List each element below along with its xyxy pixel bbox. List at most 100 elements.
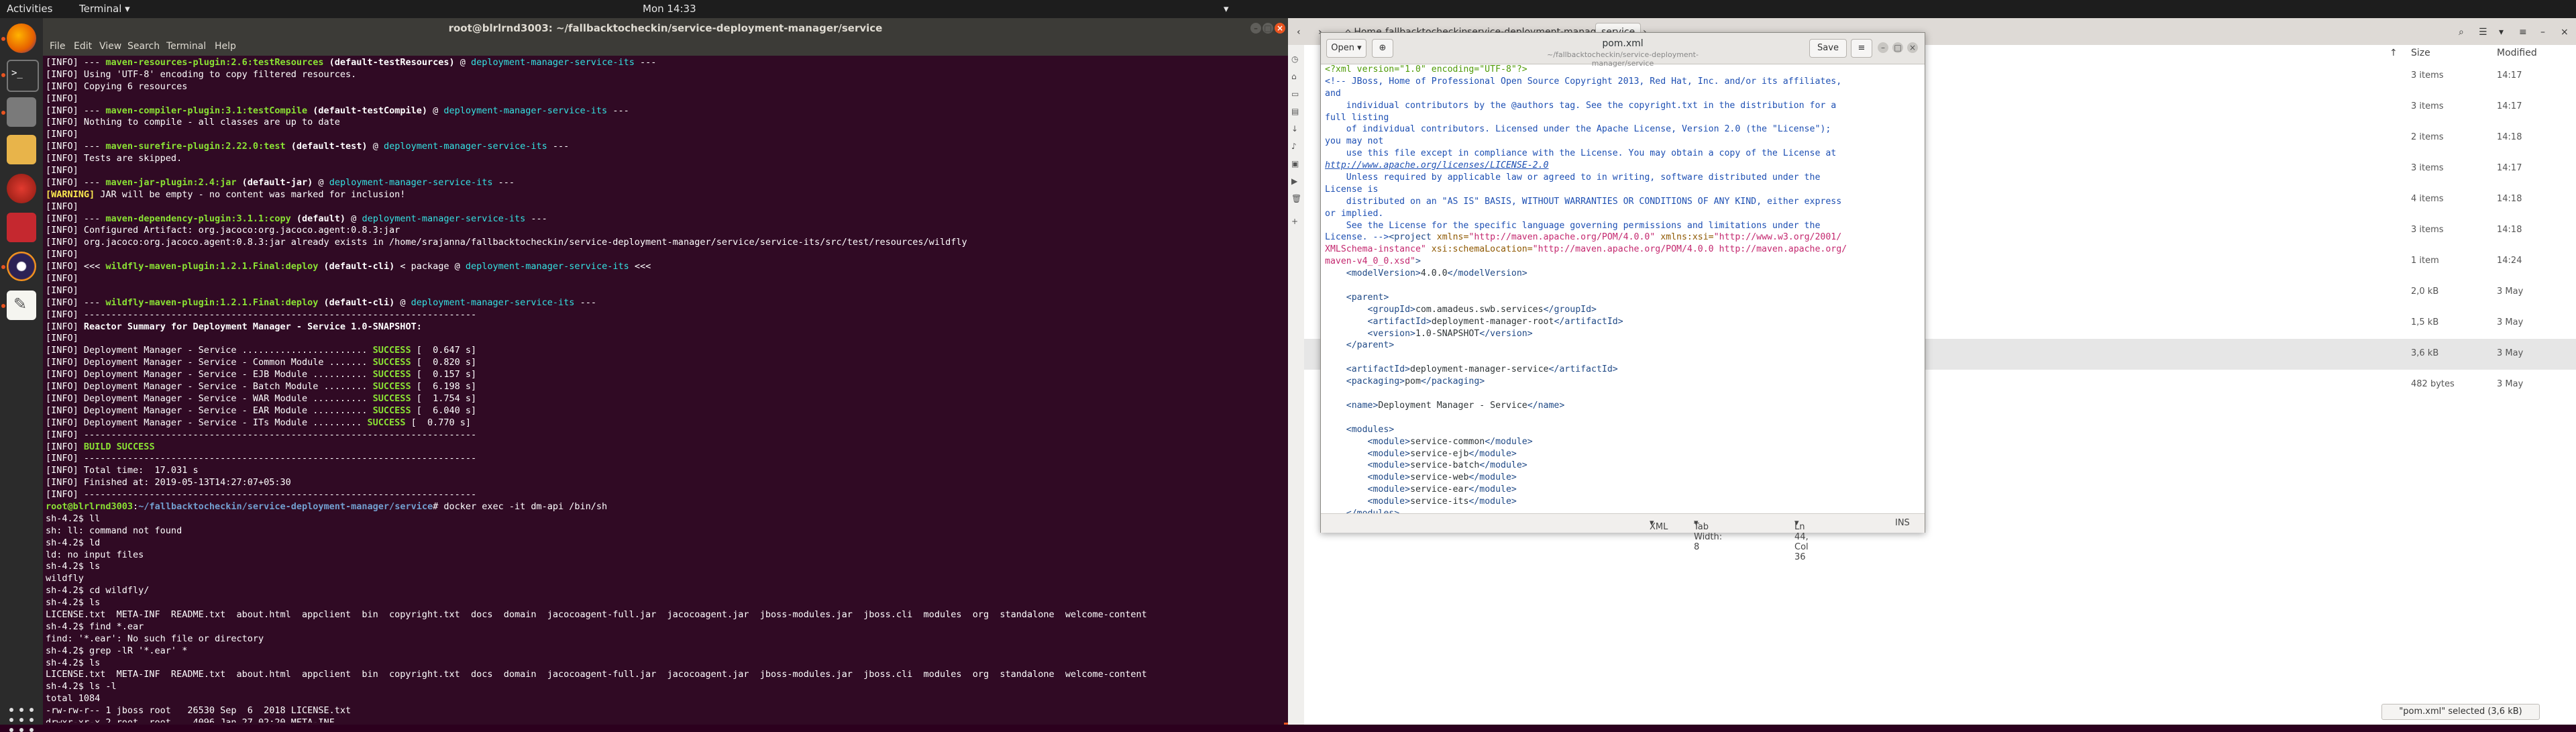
terminal-line: LICENSE.txt META-INF README.txt about.ht… [46,669,1280,681]
terminal-text: <<< [629,261,651,272]
editor-line: <version>1.0-SNAPSHOT</version> [1321,328,1925,340]
editor-line: </modules> [1321,508,1925,513]
editor-token: http://www.apache.org/licenses/LICENSE-2… [1325,160,1549,171]
close-button[interactable]: × [1907,42,1918,53]
menu-view[interactable]: View [99,41,121,52]
firefox-icon[interactable] [7,23,36,53]
editor-token: full listing [1325,112,1389,123]
terminal-line: LICENSE.txt META-INF README.txt about.ht… [46,609,1280,621]
app-menu[interactable]: Terminal ▾ [79,3,130,15]
videos-icon[interactable]: ▶ [1291,176,1301,186]
editor-token: <module> [1367,484,1411,495]
editor-token: 4.0.0 [1420,268,1448,279]
open-button[interactable]: Open ▾ [1326,39,1366,58]
terminal-text: [INFO] Total time: 17.031 s [46,465,199,476]
terminal-line: wildfly [46,573,1280,585]
new-tab-icon[interactable]: ⊕ [1372,39,1393,58]
editor-token: xmlns:xsi= [1655,232,1714,243]
terminal-text: [INFO] Nothing to compile - all classes … [46,117,340,128]
download-icon[interactable]: ↓ [1291,124,1301,134]
editor-token: <artifactId> [1346,364,1411,375]
terminal-icon[interactable]: >_ [7,60,39,92]
editor-token: </modules> [1346,509,1399,513]
text-editor-icon[interactable]: ✎ [7,291,36,320]
editor-line: maven-v4_0_0.xsd"> [1321,256,1925,268]
terminal-text: [INFO] Deployment Manager - Service - EA… [46,405,373,416]
terminal-text: find: '*.ear': No such file or directory [46,633,264,644]
folder-icon[interactable]: ▭ [1291,89,1301,99]
minimize-button[interactable]: – [2534,23,2551,42]
menu-search[interactable]: Search [127,41,160,52]
column-modified[interactable]: Modified [2497,45,2537,61]
terminal-line: [INFO] Reactor Summary for Deployment Ma… [46,321,1280,333]
minimize-button[interactable]: – [1250,23,1261,34]
terminal-line: [INFO] [46,165,1280,177]
terminal-line: [INFO] ---------------------------------… [46,309,1280,321]
terminal-text: ~/fallbacktocheckin/service-deployment-m… [138,501,433,512]
column-size[interactable]: Size [2411,45,2430,61]
editor-headerbar: Open ▾ ⊕ pom.xml ~/fallbacktocheckin/ser… [1321,33,1925,68]
show-applications-icon[interactable] [9,708,34,732]
editor-line: full listing [1321,112,1925,124]
close-button[interactable]: × [2555,23,2575,42]
terminal-text: [ 0.770 s] [405,417,471,428]
terminal-line: [INFO] --- maven-surefire-plugin:2.22.0:… [46,141,1280,153]
pictures-icon[interactable]: ▣ [1291,159,1301,168]
sort-icon[interactable]: ↑ [2390,45,2398,61]
view-list-icon[interactable]: ☰ [2473,23,2493,42]
editor-line: individual contributors by the @authors … [1321,100,1925,112]
menu-edit[interactable]: Edit [74,41,92,52]
editor-line: See the License for the specific languag… [1321,220,1925,232]
ubuntu-software-icon[interactable] [7,135,36,164]
editor-text-area[interactable]: <?xml version="1.0" encoding="UTF-8"?> <!… [1321,64,1925,513]
editor-token [1325,437,1368,447]
other-locations-icon[interactable]: + [1291,217,1301,226]
home-icon[interactable]: ⌂ [1291,72,1301,81]
maximize-button[interactable]: □ [1263,23,1273,34]
terminal-line: sh-4.2$ ls [46,658,1280,670]
editor-token: </name> [1527,400,1565,411]
search-icon[interactable]: ⌕ [2453,23,2470,42]
cursor-position-label: Ln 44, Col 36 [1794,522,1809,562]
maximize-button[interactable]: □ [1892,42,1903,53]
music-icon[interactable]: ♪ [1291,142,1301,151]
menu-terminal[interactable]: Terminal [166,41,206,52]
view-options-icon[interactable]: ▾ [2493,23,2510,42]
system-menu-icon[interactable]: ▾ [1224,3,1229,15]
files-icon[interactable] [7,97,36,127]
editor-token: xsi:schemaLocation= [1426,244,1533,255]
terminal-line: ld: no input files [46,550,1280,562]
activities-button[interactable]: Activities [7,3,52,15]
ubuntu-software-center-icon[interactable] [7,213,36,242]
menu-icon[interactable]: ≡ [2513,23,2533,42]
terminal-output[interactable]: [INFO] --- maven-resources-plugin:2.6:te… [46,57,1280,723]
menu-icon[interactable]: ≡ [1851,39,1872,58]
tab-width-selector[interactable]: Tab Width: 8 ▾ [1694,518,1722,552]
editor-token: com.amadeus.swb.services [1415,304,1544,315]
ruby-app-icon[interactable] [7,174,36,203]
editor-token [1325,329,1368,339]
close-button[interactable]: × [1275,23,1285,34]
terminal-text: sh-4.2$ cd wildfly/ [46,585,150,596]
trash-icon[interactable]: 🗑 [1291,194,1301,203]
editor-line: <name>Deployment Manager - Service</name… [1321,400,1925,412]
menu-help[interactable]: Help [215,41,236,52]
editor-line: XMLSchema-instance" xsi:schemaLocation="… [1321,244,1925,256]
minimize-button[interactable]: – [1878,42,1888,53]
file-modified: 3 May [2497,348,2524,358]
language-selector[interactable]: XML ▾ [1650,518,1668,532]
editor-token [1325,376,1346,386]
terminal-text: --- [525,213,547,224]
menu-file[interactable]: File [50,41,65,52]
editor-token [1325,460,1368,470]
back-button[interactable]: ‹ [1291,23,1307,42]
eclipse-icon[interactable] [7,252,36,281]
cursor-position[interactable]: Ln 44, Col 36 ▾ [1794,518,1809,562]
save-button[interactable]: Save [1809,39,1847,58]
terminal-text: deployment-manager-service-its [443,105,608,116]
recent-icon[interactable]: ◷ [1291,54,1301,64]
clock[interactable]: Mon 14:33 [643,3,696,15]
terminal-line: [INFO] org.jacoco:org.jacoco.agent:0.8.3… [46,237,1280,249]
document-icon[interactable]: ▤ [1291,107,1301,116]
language-label: XML [1650,522,1668,532]
